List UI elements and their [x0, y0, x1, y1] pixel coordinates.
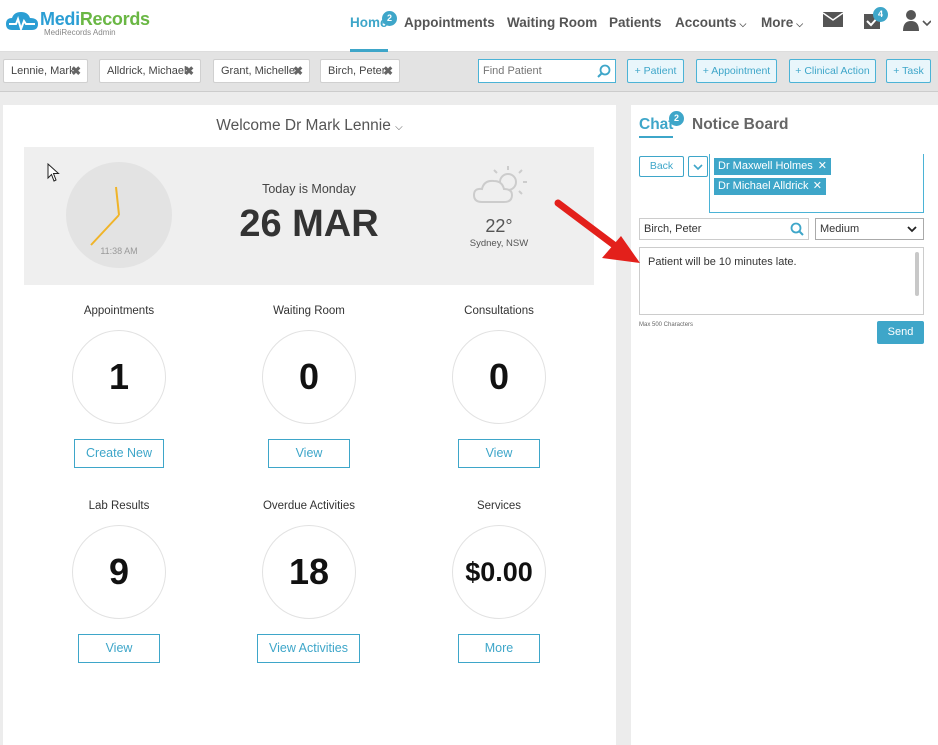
brand-name[interactable]: MediRecords — [40, 9, 150, 30]
chevron-down-icon — [693, 164, 703, 171]
search-icon[interactable] — [597, 64, 611, 83]
clock-time: 11:38 AM — [100, 246, 138, 256]
stat-label-lab-results: Lab Results — [88, 500, 150, 512]
stat-label-appointments: Appointments — [83, 305, 155, 317]
patient-tab-label: Birch, Peter — [328, 65, 386, 77]
close-icon[interactable]: ✕ — [818, 158, 827, 175]
recipient-chip-label: Dr Michael Alldrick — [718, 180, 809, 192]
max-characters-hint: Max 500 Characters — [639, 322, 694, 328]
top-navigation-bar: MediRecords MediRecords Admin Home 2 App… — [0, 0, 938, 52]
view-lab-results-button[interactable]: View — [78, 634, 160, 663]
patient-tab[interactable]: Grant, Michelle ✖ — [213, 59, 310, 83]
patient-tab-label: Lennie, Mark — [11, 65, 75, 77]
priority-select[interactable]: Medium — [815, 218, 924, 240]
stat-value-consultations: 0 — [452, 330, 546, 424]
add-task-button[interactable]: + Task — [886, 59, 931, 83]
recipient-dropdown-button[interactable] — [688, 156, 708, 177]
chevron-down-icon: ⌵ — [395, 122, 403, 133]
nav-waiting-room-label: Waiting Room — [507, 15, 598, 30]
annotation-arrow-icon — [540, 190, 650, 275]
current-date: 26 MAR — [239, 203, 379, 245]
brand-prefix: Medi — [40, 9, 80, 29]
tasks-notification-badge: 4 — [873, 7, 888, 22]
nav-waiting-room[interactable]: Waiting Room — [507, 0, 597, 52]
nav-appointments[interactable]: Appointments — [404, 0, 495, 52]
today-label: Today is Monday — [262, 182, 356, 196]
medirecords-logo-icon[interactable] — [4, 8, 40, 43]
recipients-box[interactable]: Dr Maxwell Holmes ✕ Dr Michael Alldrick ✕ — [709, 154, 924, 213]
search-icon[interactable] — [790, 222, 804, 243]
patient-tab-bar: Lennie, Mark ✖ Alldrick, Michael ✖ Grant, … — [0, 52, 938, 92]
textarea-scrollbar[interactable] — [915, 252, 919, 296]
partly-cloudy-icon — [472, 162, 530, 211]
brand-suffix: Records — [79, 9, 150, 29]
tab-notice-board[interactable]: Notice Board — [692, 116, 788, 134]
nav-more[interactable]: More ⌵ — [761, 0, 803, 52]
mail-icon[interactable] — [822, 12, 844, 32]
create-new-appointment-button[interactable]: Create New — [74, 439, 164, 468]
patient-tab[interactable]: Alldrick, Michael ✖ — [99, 59, 201, 83]
nav-accounts-label: Accounts — [675, 15, 737, 30]
chevron-down-icon — [907, 219, 917, 246]
user-profile-icon[interactable] — [903, 9, 932, 36]
message-text: Patient will be 10 minutes late. — [648, 256, 797, 268]
close-icon[interactable]: ✕ — [813, 178, 822, 195]
chevron-down-icon: ⌵ — [739, 19, 747, 29]
close-icon[interactable]: ✖ — [293, 60, 303, 82]
stat-value-services: $0.00 — [452, 525, 546, 619]
patient-tab-label: Alldrick, Michael — [107, 65, 187, 77]
view-consultations-button[interactable]: View — [458, 439, 540, 468]
message-textarea[interactable]: Patient will be 10 minutes late. — [639, 247, 924, 315]
recipient-chip: Dr Maxwell Holmes ✕ — [714, 158, 831, 175]
send-button[interactable]: Send — [877, 321, 924, 344]
close-icon[interactable]: ✖ — [71, 60, 81, 82]
view-waiting-room-button[interactable]: View — [268, 439, 350, 468]
priority-value: Medium — [820, 223, 860, 235]
mouse-cursor-icon — [47, 162, 61, 188]
add-appointment-button[interactable]: + Appointment — [696, 59, 777, 83]
recipient-chip-label: Dr Maxwell Holmes — [718, 160, 813, 172]
stat-value-appointments: 1 — [72, 330, 166, 424]
home-notification-badge: 2 — [382, 11, 397, 26]
chevron-down-icon: ⌵ — [796, 19, 804, 29]
recipient-chip: Dr Michael Alldrick ✕ — [714, 178, 826, 195]
welcome-text: Welcome Dr Mark Lennie — [216, 117, 391, 134]
chat-panel: Chat 2 Notice Board Back Dr Maxwell Holm… — [631, 105, 938, 745]
analog-clock: 11:38 AM — [66, 162, 172, 268]
dashboard-panel: Welcome Dr Mark Lennie ⌵ 11:38 AM Today … — [3, 105, 616, 745]
chat-notification-badge: 2 — [669, 111, 684, 126]
patient-tab[interactable]: Lennie, Mark ✖ — [3, 59, 88, 83]
view-activities-button[interactable]: View Activities — [257, 634, 360, 663]
close-icon[interactable]: ✖ — [184, 60, 194, 82]
today-summary-card: 11:38 AM Today is Monday 26 MAR 22° Sydn… — [24, 147, 594, 285]
stat-label-consultations: Consultations — [464, 305, 534, 317]
patient-tab-label: Grant, Michelle — [221, 65, 295, 77]
stat-label-overdue-activities: Overdue Activities — [262, 500, 356, 512]
add-clinical-action-button[interactable]: + Clinical Action — [789, 59, 876, 83]
add-patient-button[interactable]: + Patient — [627, 59, 684, 83]
stat-value-lab-results: 9 — [72, 525, 166, 619]
chat-patient-field[interactable]: Birch, Peter — [639, 218, 809, 240]
weather-location: Sydney, NSW — [469, 238, 529, 249]
stat-label-waiting-room: Waiting Room — [273, 305, 345, 317]
nav-more-label: More — [761, 15, 794, 30]
nav-patients-label: Patients — [609, 15, 662, 30]
stat-value-waiting-room: 0 — [262, 330, 356, 424]
patient-tab[interactable]: Birch, Peter ✖ — [320, 59, 400, 83]
welcome-dropdown[interactable]: Welcome Dr Mark Lennie ⌵ — [3, 117, 616, 135]
stat-label-services: Services — [476, 500, 522, 512]
find-patient-field[interactable] — [478, 59, 616, 83]
temperature: 22° — [485, 216, 513, 236]
nav-accounts[interactable]: Accounts ⌵ — [675, 0, 746, 52]
brand-subtitle: MediRecords Admin — [44, 28, 116, 37]
stat-value-overdue-activities: 18 — [262, 525, 356, 619]
chat-patient-value: Birch, Peter — [644, 223, 702, 235]
close-icon[interactable]: ✖ — [383, 60, 393, 82]
back-button[interactable]: Back — [639, 156, 684, 177]
nav-home[interactable]: Home — [350, 0, 388, 52]
nav-appointments-label: Appointments — [404, 15, 495, 30]
find-patient-input[interactable] — [479, 60, 593, 82]
nav-patients[interactable]: Patients — [609, 0, 662, 52]
more-services-button[interactable]: More — [458, 634, 540, 663]
